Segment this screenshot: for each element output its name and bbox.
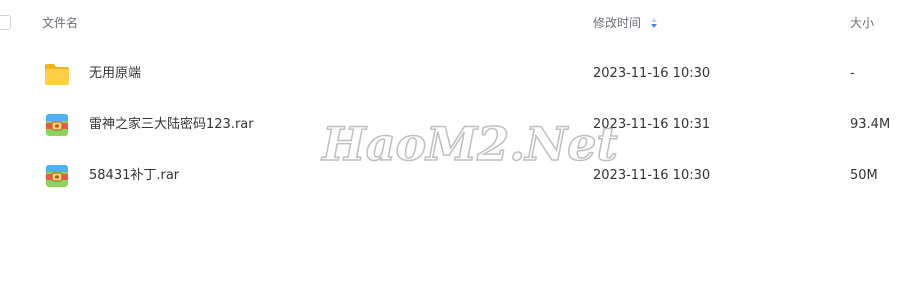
file-time: 2023-11-16 10:30 (593, 168, 711, 183)
file-time: 2023-11-16 10:30 (593, 66, 711, 81)
file-row[interactable]: 58431补丁.rar 2023-11-16 10:30 50M (0, 151, 918, 201)
file-name[interactable]: 无用原端 (89, 65, 141, 83)
file-name[interactable]: 58431补丁.rar (89, 167, 179, 185)
folder-icon (45, 64, 69, 85)
file-size: 50M (850, 168, 878, 183)
file-list-header: 文件名 修改时间 大小 (0, 0, 918, 46)
file-time: 2023-11-16 10:31 (593, 117, 711, 132)
sort-icon[interactable] (650, 15, 658, 31)
column-header-size[interactable]: 大小 (850, 15, 874, 31)
file-size: 93.4M (850, 117, 891, 132)
column-header-name[interactable]: 文件名 (42, 15, 78, 31)
archive-icon (46, 114, 68, 136)
file-name[interactable]: 雷神之家三大陆密码123.rar (89, 116, 254, 134)
file-row[interactable]: 无用原端 2023-11-16 10:30 - (0, 48, 918, 98)
column-header-time[interactable]: 修改时间 (593, 15, 641, 31)
file-row[interactable]: 雷神之家三大陆密码123.rar 2023-11-16 10:31 93.4M (0, 100, 918, 150)
file-size: - (850, 66, 855, 81)
select-all-checkbox[interactable] (0, 15, 11, 30)
archive-icon (46, 165, 68, 187)
